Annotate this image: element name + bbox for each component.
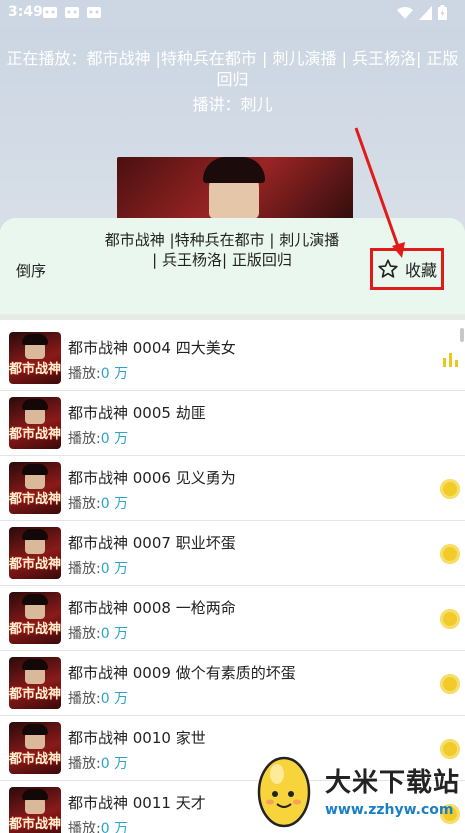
track-play-count: 播放:0 万	[68, 428, 128, 448]
track-play-count: 播放:0 万	[68, 493, 128, 513]
star-icon	[378, 259, 398, 278]
watermark-url: www.zzhyw.com	[325, 802, 454, 818]
playlist-header: 倒序 都市战神 |特种兵在都市 | 刺儿演播 | 兵王杨洛| 正版回归 收藏	[0, 218, 465, 316]
wifi-icon	[397, 6, 413, 19]
header-divider	[0, 314, 465, 320]
signal-icon	[419, 5, 432, 20]
thumbnail-logo-text: 都市战神	[9, 557, 61, 572]
play-count-label: 播放:	[68, 431, 101, 447]
play-count-label: 播放:	[68, 691, 101, 707]
play-count-value: 0 万	[100, 366, 129, 382]
now-playing-equalizer-icon	[443, 353, 458, 367]
coin-icon	[440, 544, 460, 564]
play-count-label: 播放:	[68, 366, 101, 382]
play-count-label: 播放:	[68, 496, 101, 512]
track-thumbnail: 都市战神	[9, 397, 61, 449]
play-count-label: 播放:	[68, 561, 101, 577]
play-count-label: 播放:	[68, 626, 101, 642]
track-thumbnail: 都市战神	[9, 527, 61, 579]
track-play-count: 播放:0 万	[68, 623, 128, 643]
play-count-value: 0 万	[100, 431, 129, 447]
site-watermark: 大米下载站 www.zzhyw.com	[253, 740, 465, 833]
track-row[interactable]: 都市战神 都市战神 0006 见义勇为 播放:0 万	[0, 456, 465, 521]
coin-icon	[440, 479, 460, 499]
track-row[interactable]: 都市战神 都市战神 0004 四大美女 播放:0 万	[0, 326, 465, 391]
favorite-label: 收藏	[404, 261, 437, 280]
scrollbar[interactable]	[460, 328, 464, 342]
thumbnail-logo-text: 都市战神	[9, 427, 61, 442]
track-row[interactable]: 都市战神 都市战神 0008 一枪两命 播放:0 万	[0, 586, 465, 651]
app-notification-icon	[43, 7, 57, 18]
album-cover	[117, 157, 353, 227]
now-playing-text: 正在播放：都市战神 |特种兵在都市 | 刺儿演播 | 兵王杨洛| 正版回归	[6, 49, 459, 89]
track-title: 都市战神 0006 见义勇为	[68, 469, 236, 487]
track-title: 都市战神 0004 四大美女	[68, 339, 236, 357]
coin-icon	[440, 609, 460, 629]
track-title: 都市战神 0011 天才	[68, 794, 206, 812]
play-count-value: 0 万	[100, 821, 129, 833]
track-play-count: 播放:0 万	[68, 818, 128, 833]
mascot-logo-icon	[257, 756, 311, 828]
app-notification-icon	[65, 7, 79, 18]
track-thumbnail: 都市战神	[9, 787, 61, 833]
track-play-count: 播放:0 万	[68, 558, 128, 578]
thumbnail-logo-text: 都市战神	[9, 622, 61, 637]
track-title: 都市战神 0008 一枪两命	[68, 599, 236, 617]
track-play-count: 播放:0 万	[68, 688, 128, 708]
thumbnail-logo-text: 都市战神	[9, 362, 61, 377]
track-thumbnail: 都市战神	[9, 592, 61, 644]
thumbnail-logo-text: 都市战神	[9, 687, 61, 702]
thumbnail-logo-text: 都市战神	[9, 817, 61, 832]
thumbnail-logo-text: 都市战神	[9, 752, 61, 767]
track-row[interactable]: 都市战神 都市战神 0009 做个有素质的坏蛋 播放:0 万	[0, 651, 465, 716]
track-title: 都市战神 0007 职业坏蛋	[68, 534, 236, 552]
track-thumbnail: 都市战神	[9, 332, 61, 384]
play-count-value: 0 万	[100, 626, 129, 642]
track-thumbnail: 都市战神	[9, 462, 61, 514]
track-thumbnail: 都市战神	[9, 722, 61, 774]
play-count-value: 0 万	[100, 691, 129, 707]
status-time: 3:49	[8, 4, 43, 20]
track-play-count: 播放:0 万	[68, 363, 128, 383]
track-row[interactable]: 都市战神 都市战神 0005 劫匪 播放:0 万	[0, 391, 465, 456]
play-count-value: 0 万	[100, 756, 129, 772]
watermark-name: 大米下载站	[325, 768, 461, 798]
playlist-title: 都市战神 |特种兵在都市 | 刺儿演播 | 兵王杨洛| 正版回归	[104, 231, 340, 269]
battery-icon	[438, 5, 447, 20]
narrator-text: 播讲：刺儿	[192, 95, 273, 114]
favorite-button[interactable]: 收藏	[370, 248, 444, 290]
play-count-label: 播放:	[68, 821, 101, 833]
coin-icon	[440, 674, 460, 694]
app-notification-icon	[87, 7, 101, 18]
track-title: 都市战神 0005 劫匪	[68, 404, 206, 422]
track-title: 都市战神 0010 家世	[68, 729, 206, 747]
reverse-order-button[interactable]: 倒序	[16, 260, 46, 281]
play-count-label: 播放:	[68, 756, 101, 772]
play-count-value: 0 万	[100, 561, 129, 577]
track-row[interactable]: 都市战神 都市战神 0007 职业坏蛋 播放:0 万	[0, 521, 465, 586]
thumbnail-logo-text: 都市战神	[9, 492, 61, 507]
track-title: 都市战神 0009 做个有素质的坏蛋	[68, 664, 296, 682]
status-bar: 3:49	[0, 0, 465, 26]
play-count-value: 0 万	[100, 496, 129, 512]
track-play-count: 播放:0 万	[68, 753, 128, 773]
track-thumbnail: 都市战神	[9, 657, 61, 709]
